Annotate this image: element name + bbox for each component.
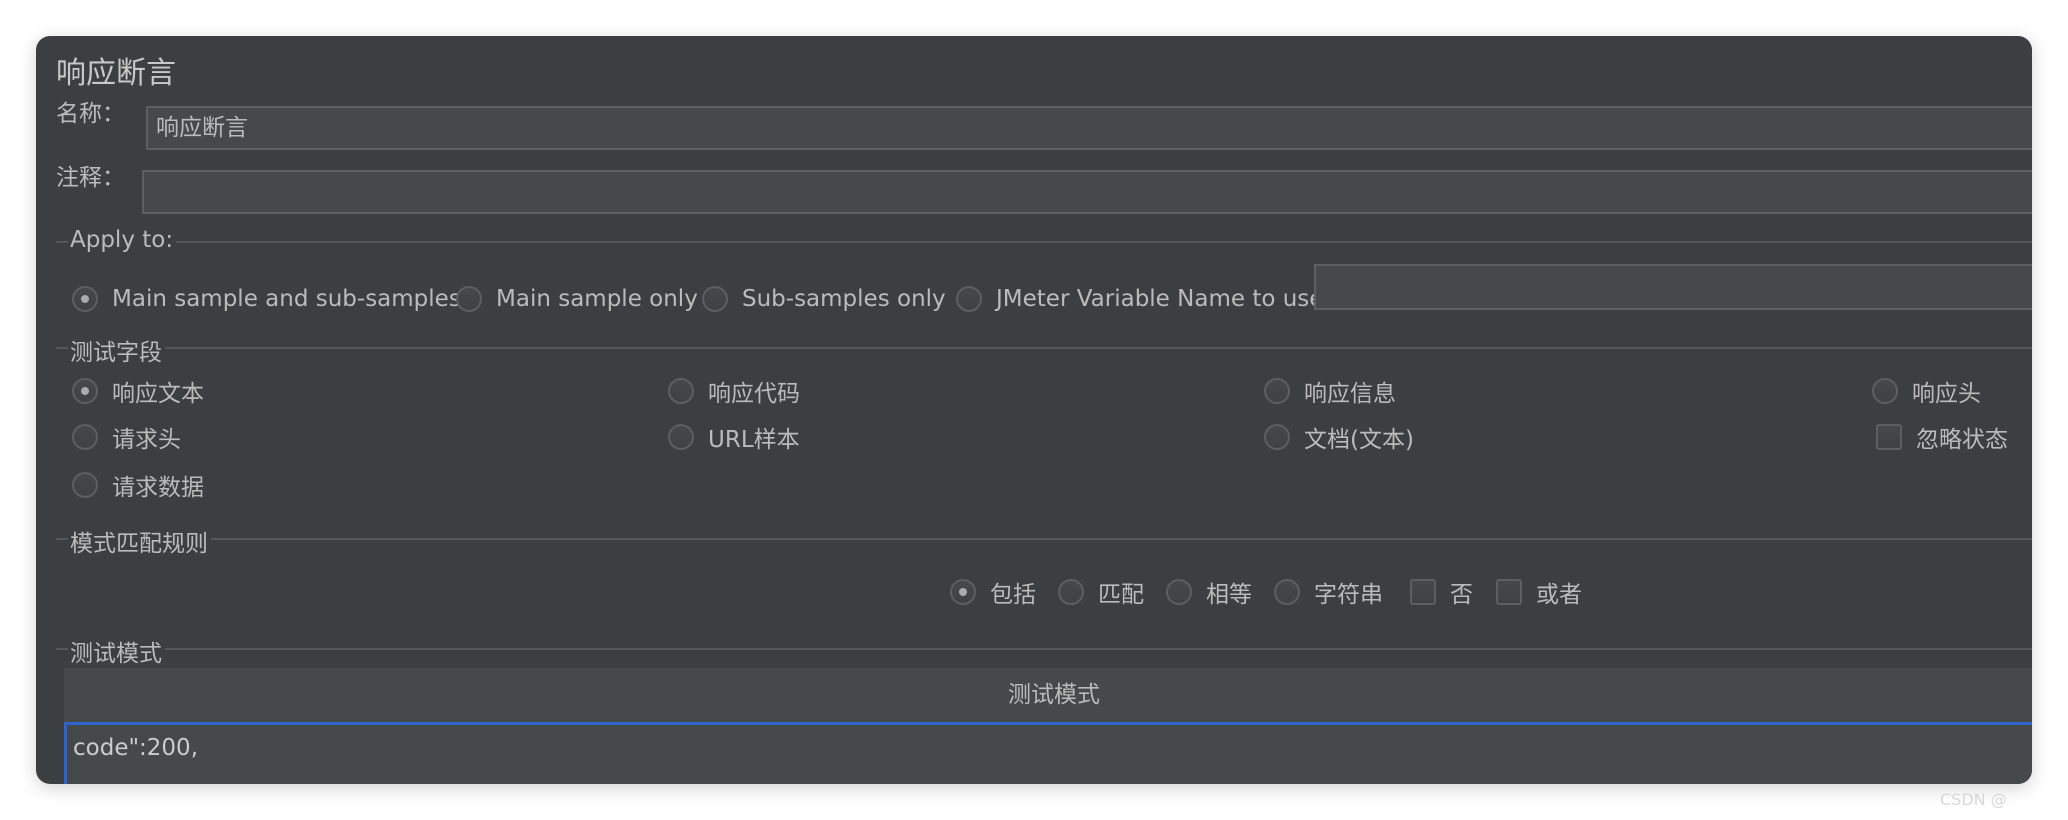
radio-icon xyxy=(72,472,98,498)
test-field-title: 测试字段 xyxy=(68,333,165,367)
field-url-sample-label: URL样本 xyxy=(708,427,800,453)
field-document-text-radio[interactable]: 文档(文本) xyxy=(1264,420,1414,454)
rule-or-checkbox[interactable]: 或者 xyxy=(1496,575,1582,609)
name-label: 名称： xyxy=(56,101,125,127)
rule-not-label: 否 xyxy=(1450,582,1473,608)
rule-equals-label: 相等 xyxy=(1206,582,1252,608)
field-response-text-label: 响应文本 xyxy=(112,381,204,407)
rule-contains-radio[interactable]: 包括 xyxy=(950,575,1036,609)
test-patterns-divider xyxy=(56,648,2032,650)
radio-icon xyxy=(1166,579,1192,605)
apply-to-divider xyxy=(56,241,2032,243)
apply-to-title: Apply to: xyxy=(68,227,177,253)
test-pattern-row[interactable]: code":200, xyxy=(64,722,2032,784)
field-response-headers-label: 响应头 xyxy=(1912,381,1981,407)
rule-contains-label: 包括 xyxy=(990,582,1036,608)
field-request-data-radio[interactable]: 请求数据 xyxy=(72,468,204,502)
rule-substring-radio[interactable]: 字符串 xyxy=(1274,575,1383,609)
radio-selected-icon xyxy=(72,286,98,312)
rule-equals-radio[interactable]: 相等 xyxy=(1166,575,1252,609)
field-url-sample-radio[interactable]: URL样本 xyxy=(668,420,800,454)
field-request-data-label: 请求数据 xyxy=(112,475,204,501)
radio-icon xyxy=(1058,579,1084,605)
test-patterns-column-header[interactable]: 测试模式 xyxy=(64,668,2032,722)
rule-or-label: 或者 xyxy=(1536,582,1582,608)
ignore-status-label: 忽略状态 xyxy=(1916,427,2008,453)
rule-matches-label: 匹配 xyxy=(1098,582,1144,608)
panel-title: 响应断言 xyxy=(56,56,176,91)
rule-not-checkbox[interactable]: 否 xyxy=(1410,575,1473,609)
apply-main-and-sub-label: Main sample and sub-samples xyxy=(112,286,461,312)
test-field-divider xyxy=(56,347,2032,349)
checkbox-icon xyxy=(1410,579,1436,605)
apply-main-and-sub-radio[interactable]: Main sample and sub-samples xyxy=(72,286,461,312)
field-response-code-label: 响应代码 xyxy=(708,381,800,407)
radio-icon xyxy=(956,286,982,312)
pattern-rules-title: 模式匹配规则 xyxy=(68,524,211,558)
apply-main-only-radio[interactable]: Main sample only xyxy=(456,286,698,312)
radio-icon xyxy=(456,286,482,312)
name-input[interactable]: 响应断言 xyxy=(146,106,2032,150)
apply-jmeter-variable-radio[interactable]: JMeter Variable Name to use xyxy=(956,286,1323,312)
radio-icon xyxy=(668,424,694,450)
field-request-headers-label: 请求头 xyxy=(112,427,181,453)
apply-sub-only-radio[interactable]: Sub-samples only xyxy=(702,286,946,312)
radio-icon xyxy=(668,378,694,404)
radio-icon xyxy=(1264,424,1290,450)
field-response-message-label: 响应信息 xyxy=(1304,381,1396,407)
radio-icon xyxy=(702,286,728,312)
field-response-headers-radio[interactable]: 响应头 xyxy=(1872,374,1981,408)
radio-icon xyxy=(1274,579,1300,605)
comment-input[interactable] xyxy=(142,170,2032,214)
checkbox-icon xyxy=(1496,579,1522,605)
pattern-rules-divider xyxy=(56,538,2032,540)
field-request-headers-radio[interactable]: 请求头 xyxy=(72,420,181,454)
radio-icon xyxy=(1872,378,1898,404)
apply-main-only-label: Main sample only xyxy=(496,286,698,312)
radio-selected-icon xyxy=(950,579,976,605)
rule-substring-label: 字符串 xyxy=(1314,582,1383,608)
watermark: CSDN @ xyxy=(1940,790,2007,809)
radio-icon xyxy=(1264,378,1290,404)
field-response-code-radio[interactable]: 响应代码 xyxy=(668,374,800,408)
field-response-text-radio[interactable]: 响应文本 xyxy=(72,374,204,408)
rule-matches-radio[interactable]: 匹配 xyxy=(1058,575,1144,609)
field-response-message-radio[interactable]: 响应信息 xyxy=(1264,374,1396,408)
ignore-status-checkbox[interactable]: 忽略状态 xyxy=(1876,420,2008,454)
apply-sub-only-label: Sub-samples only xyxy=(742,286,946,312)
radio-icon xyxy=(72,424,98,450)
apply-jmeter-variable-label: JMeter Variable Name to use xyxy=(996,286,1324,312)
comment-label: 注释： xyxy=(56,165,125,191)
radio-selected-icon xyxy=(72,378,98,404)
test-patterns-title: 测试模式 xyxy=(68,634,165,668)
jmeter-variable-input[interactable] xyxy=(1314,264,2032,310)
checkbox-icon xyxy=(1876,424,1902,450)
field-document-text-label: 文档(文本) xyxy=(1304,427,1414,453)
response-assertion-panel: 响应断言 名称： 响应断言 注释： Apply to: Main sample … xyxy=(36,36,2032,784)
